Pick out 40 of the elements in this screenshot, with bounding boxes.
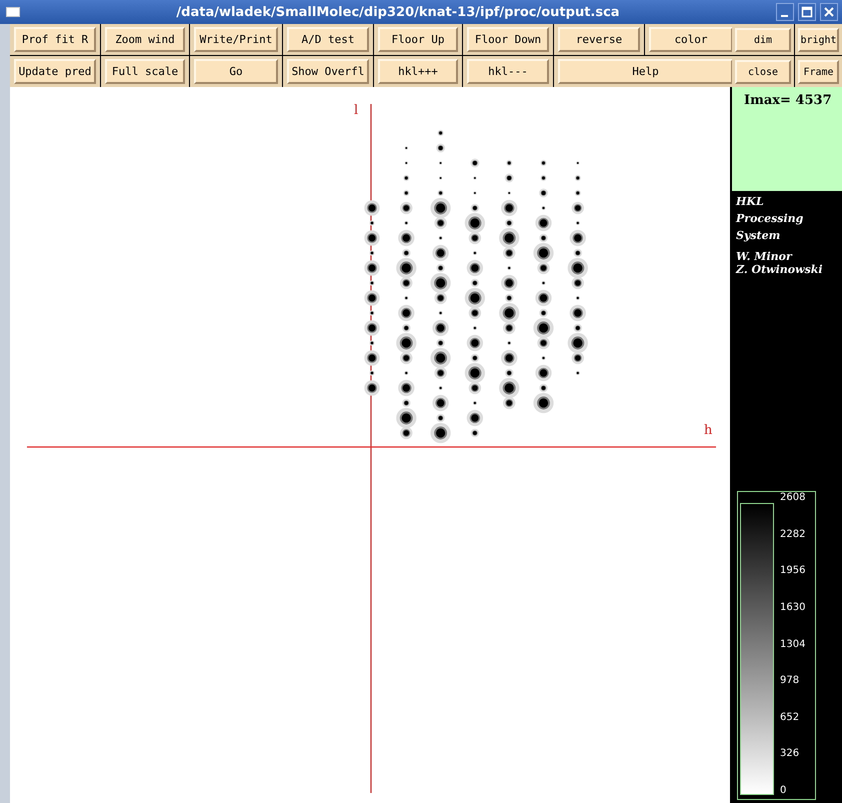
scale-label: 326 <box>780 748 800 760</box>
program-name: HKL <box>736 194 765 210</box>
window-title: /data/wladek/SmallMolec/dip320/knat-13/ipf/proc/output.sca <box>175 4 621 20</box>
side-button[interactable]: dim <box>735 28 791 52</box>
author-name: W. Minor <box>736 250 794 263</box>
maximize-icon[interactable] <box>798 3 816 21</box>
side-button[interactable]: close <box>735 60 791 84</box>
axis-label: h <box>704 423 712 438</box>
scale-label: 978 <box>780 675 800 688</box>
program-name: Processing <box>736 211 804 227</box>
side-button[interactable]: bright <box>798 28 839 52</box>
toolbar-button[interactable]: Prof fit R <box>14 27 96 52</box>
toolbar-button[interactable]: Update pred <box>14 59 96 84</box>
minimize-icon[interactable] <box>776 3 794 21</box>
toolbar-button[interactable]: Write/Print <box>194 27 278 52</box>
axis-label: l <box>354 103 358 118</box>
toolbar-button[interactable]: Go <box>194 59 278 84</box>
toolbar-button[interactable]: Show Overfl <box>287 59 369 84</box>
toolbar-button[interactable]: A/D test <box>287 27 369 52</box>
toolbar-button[interactable]: color <box>649 27 733 52</box>
scale-label: 1956 <box>780 565 806 578</box>
scale-label: 652 <box>780 712 800 724</box>
toolbar-button[interactable]: Help <box>558 59 733 84</box>
scale-label: 1304 <box>780 638 806 650</box>
toolbar-button[interactable]: hkl+++ <box>378 59 458 84</box>
toolbar-button[interactable]: Floor Up <box>378 27 458 52</box>
toolbar-button[interactable]: hkl--- <box>467 59 549 84</box>
scale-label: 2282 <box>780 528 806 541</box>
toolbar-button[interactable]: Floor Down <box>467 27 549 52</box>
scale-label: 1630 <box>780 602 806 614</box>
scale-label: 2608 <box>780 492 806 504</box>
close-icon[interactable] <box>820 3 838 21</box>
toolbar-button[interactable]: Zoom wind <box>105 27 185 52</box>
side-button[interactable]: Frame <box>798 60 839 84</box>
program-name: System <box>736 228 782 244</box>
author-name: Z. Otwinowski <box>736 263 824 276</box>
intensity-label: Imax= 4537 <box>744 93 832 108</box>
scale-label: 0 <box>780 785 788 797</box>
toolbar-button[interactable]: Full scale <box>105 59 185 84</box>
toolbar-button[interactable]: reverse <box>558 27 640 52</box>
